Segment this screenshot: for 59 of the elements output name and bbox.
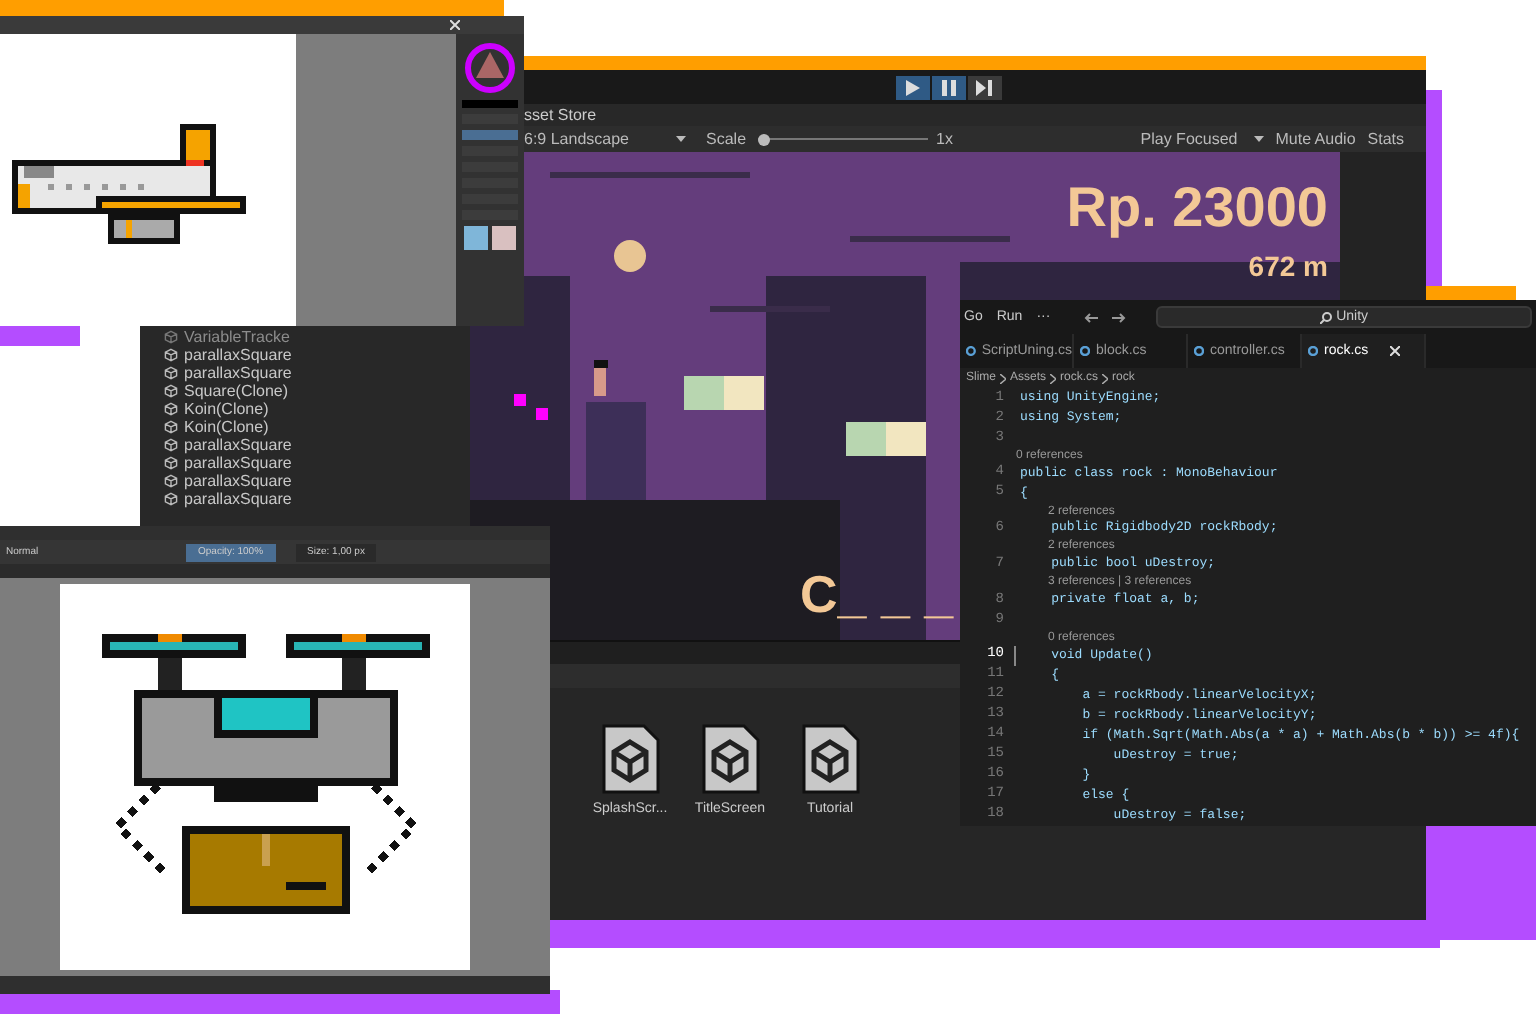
unity-file-icon (798, 724, 862, 796)
file-icon (1080, 346, 1090, 356)
unity-file-icon (598, 724, 662, 796)
file-icon (1194, 346, 1204, 356)
scale-slider[interactable] (758, 133, 929, 145)
color-bar (462, 100, 518, 108)
cube-icon (164, 384, 178, 398)
cube-icon (164, 402, 178, 416)
cube-icon (164, 492, 178, 506)
hierarchy-item[interactable]: parallaxSquare (164, 472, 470, 490)
stats-button[interactable]: Stats (1361, 131, 1410, 147)
money-counter: Rp. 23000 (1066, 180, 1328, 236)
hierarchy-item[interactable]: Koin(Clone) (164, 418, 470, 436)
cube-icon (164, 474, 178, 488)
hierarchy-item[interactable]: Koin(Clone) (164, 400, 470, 418)
asset-store-tab[interactable]: sset Store (524, 107, 597, 123)
chevron-icon (1000, 373, 1007, 383)
hierarchy-item[interactable]: parallaxSquare (164, 436, 470, 454)
hierarchy-item[interactable]: Square(Clone) (164, 382, 470, 400)
unity-file-icon (698, 724, 762, 796)
pause-icon (941, 79, 955, 95)
hierarchy-item[interactable]: parallaxSquare (164, 364, 470, 382)
file-icon (966, 346, 976, 356)
hierarchy-item[interactable]: parallaxSquare (164, 346, 470, 364)
scale-label: Scale (706, 131, 747, 147)
cube-icon (164, 330, 178, 344)
step-icon (976, 79, 992, 95)
cube-icon (164, 438, 178, 452)
play-control-button[interactable] (967, 75, 1001, 99)
brush-preset-thumbnail[interactable] (464, 226, 488, 250)
cube-icon (164, 420, 178, 434)
file-icon (1308, 346, 1318, 356)
distance-counter: 672 m (1248, 252, 1328, 280)
play-control-button[interactable] (931, 75, 965, 99)
forward-arrow-icon[interactable] (1112, 311, 1127, 323)
caret-icon (676, 136, 686, 142)
caret-icon (1253, 136, 1264, 142)
play-control-button[interactable] (895, 75, 929, 99)
play-mode-dropdown[interactable]: Play Focused (1134, 131, 1270, 147)
hierarchy-item[interactable]: parallaxSquare (164, 454, 470, 472)
chevron-icon (1102, 373, 1109, 383)
slider-thumb[interactable] (758, 133, 771, 145)
scale-value: 1x (936, 131, 953, 147)
close-icon[interactable] (1390, 346, 1401, 356)
aspect-dropdown[interactable]: 6:9 Landscape (524, 131, 694, 147)
chevron-icon (1050, 373, 1057, 383)
hierarchy-item[interactable]: parallaxSquare (164, 490, 470, 508)
accent-bar (0, 326, 80, 346)
play-icon (905, 79, 919, 95)
close-icon[interactable] (450, 20, 460, 30)
cube-icon (164, 348, 178, 362)
back-arrow-icon[interactable] (1084, 311, 1099, 323)
brush-preset-thumbnail[interactable] (492, 226, 516, 250)
cube-icon (164, 366, 178, 380)
color-wheel-icon[interactable] (464, 42, 516, 94)
mute-audio-button[interactable]: Mute Audio (1269, 131, 1362, 147)
cube-icon (164, 456, 178, 470)
search-icon (1320, 311, 1333, 323)
word-prompt: C_ _ _ (800, 568, 954, 620)
